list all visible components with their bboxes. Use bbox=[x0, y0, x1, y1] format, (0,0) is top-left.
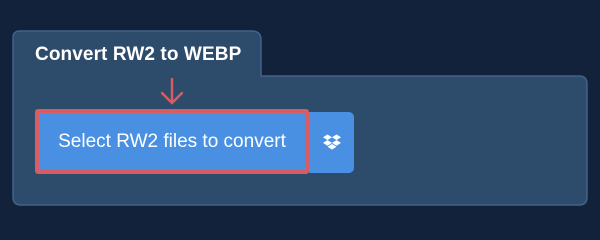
select-files-button-label: Select RW2 files to convert bbox=[58, 130, 286, 152]
converter-tab-title: Convert RW2 to WEBP bbox=[35, 44, 242, 65]
converter-panel: Convert RW2 to WEBP Select RW2 files to … bbox=[0, 0, 600, 230]
dropbox-button[interactable] bbox=[309, 112, 354, 173]
dropbox-icon bbox=[322, 134, 341, 150]
arrow-down-icon bbox=[160, 78, 184, 105]
select-files-button[interactable]: Select RW2 files to convert bbox=[35, 109, 309, 174]
